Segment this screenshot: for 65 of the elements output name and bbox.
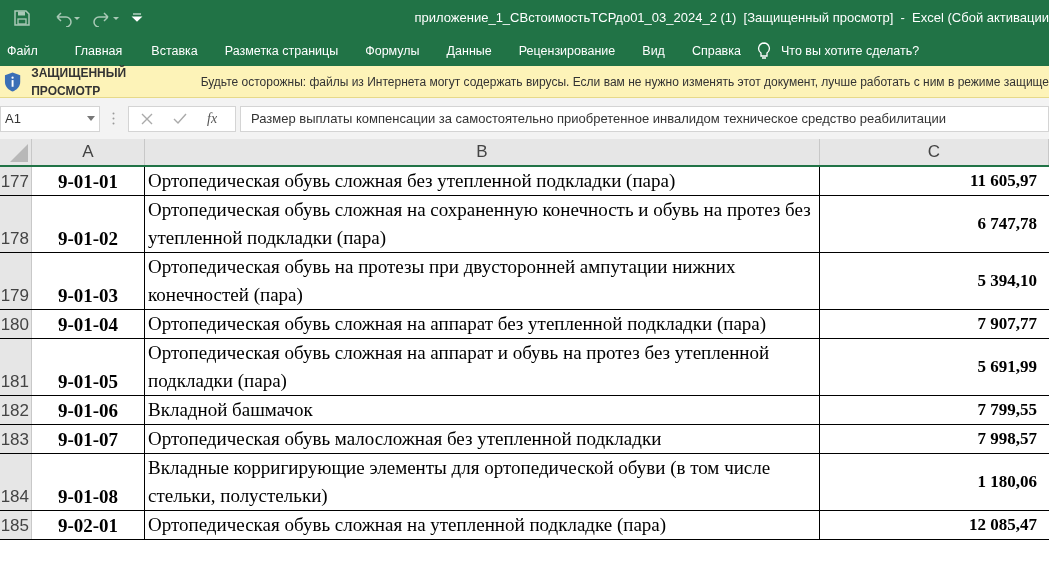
table-cell: Ортопедическая обувь сложная на сохраненную конечность и обувь на протез без утепленной подкладки (пара) (145, 196, 820, 252)
customize-toolbar-icon[interactable] (131, 12, 143, 24)
row-header[interactable]: 183 (0, 425, 32, 453)
table-cell-text: 5 691,99 (976, 356, 1038, 379)
table-cell: 9-01-02 (32, 196, 145, 252)
table-cell: Ортопедическая обувь сложная на аппарат без утепленной подкладки (пара) (145, 310, 820, 338)
save-icon[interactable] (13, 9, 31, 27)
redo-icon[interactable] (93, 9, 121, 27)
row-header[interactable]: 178 (0, 196, 32, 252)
ribbon-tab[interactable]: Справка (691, 41, 741, 61)
protected-view-message: Будьте осторожны: файлы из Интернета могут содержать вирусы. Если вам не нужно изменять этот документ, лучше работать с ним в режиме защище (200, 73, 1049, 91)
row-header[interactable]: 180 (0, 310, 32, 338)
table-cell: Ортопедическая обувь на протезы при двусторонней ампутации нижних конечностей (пара) (145, 253, 820, 309)
table-cell: Ортопедическая обувь малосложная без утепленной подкладки (145, 425, 820, 453)
ribbon-tab[interactable]: Разметка страницы (224, 41, 339, 61)
window-title: приложение_1_СВстоимостьТСРдо01_03_2024_2 (1) [Защищенный просмотр] - Excel (Сбой активации (414, 9, 1049, 28)
table-cell: 9-01-05 (32, 339, 145, 395)
table-cell: 9-01-07 (32, 425, 145, 453)
ribbon-tab[interactable]: Формулы (365, 41, 420, 61)
row-header[interactable]: 179 (0, 253, 32, 309)
table-cell-text: 1 180,06 (976, 471, 1038, 494)
table-cell: Ортопедическая обувь сложная на аппарат и обувь на протез без утепленной подкладки (пара) (145, 339, 820, 395)
ribbon-tab[interactable]: Вставка (151, 41, 198, 61)
ribbon-tab[interactable]: Файл (7, 41, 38, 61)
name-box[interactable]: A1 (0, 105, 100, 132)
table-cell: 9-01-01 (32, 167, 145, 195)
table-cell: Вкладной башмачок (145, 396, 820, 424)
row-header[interactable]: 184 (0, 454, 32, 510)
protected-view-label: ЗАЩИЩЕННЫЙ ПРОСМОТР (31, 64, 128, 100)
table-cell: 9-02-01 (32, 511, 145, 539)
check-icon[interactable] (173, 112, 187, 125)
column-header[interactable]: A (32, 139, 145, 165)
table-cell: 9-01-04 (32, 310, 145, 338)
table-cell-text: 12 085,47 (968, 514, 1038, 537)
table-cell: 9-01-03 (32, 253, 145, 309)
formula-field[interactable]: Размер выплаты компенсации за самостоятельно приобретенное инвалидом техническое средство реабилитации (240, 105, 1049, 132)
column-header[interactable]: B (145, 139, 820, 165)
table-cell: Ортопедическая обувь сложная без утепленной подкладки (пара) (145, 167, 820, 195)
table-cell-text: 6 747,78 (976, 213, 1038, 236)
table-cell-text: 7 799,55 (976, 399, 1038, 422)
table-cell: Ортопедическая обувь сложная на утепленной подкладке (пара) (145, 511, 820, 539)
ribbon-tab[interactable]: Рецензирование (518, 41, 616, 61)
shield-icon (4, 70, 22, 93)
ribbon-tab[interactable]: Вид (642, 41, 665, 61)
tell-me-field[interactable]: Что вы хотите сделать? (780, 41, 920, 61)
table-cell-text: 7 998,57 (976, 428, 1038, 451)
row-header[interactable]: 182 (0, 396, 32, 424)
table-cell-text: 11 605,97 (968, 170, 1038, 193)
table-cell-text: 7 907,77 (976, 313, 1038, 336)
drag-handle-icon[interactable] (112, 112, 115, 125)
table-cell: 9-01-06 (32, 396, 145, 424)
cancel-icon[interactable] (141, 112, 153, 125)
row-header[interactable]: 185 (0, 511, 32, 539)
column-header[interactable]: C (820, 139, 1049, 165)
ribbon-tab[interactable]: Данные (446, 41, 492, 61)
dropdown-caret-icon[interactable] (87, 116, 95, 121)
table-cell: 9-01-08 (32, 454, 145, 510)
table-cell-text: 5 394,10 (976, 270, 1038, 293)
row-header[interactable]: 181 (0, 339, 32, 395)
lightbulb-icon[interactable] (756, 42, 771, 60)
insert-function-button[interactable]: fx (207, 108, 218, 129)
row-header[interactable]: 177 (0, 167, 32, 195)
table-cell: Вкладные корригирующие элементы для ортопедической обуви (в том числе стельки, полустельки) (145, 454, 820, 510)
ribbon-tab[interactable]: Главная (74, 41, 123, 61)
undo-icon[interactable] (53, 9, 81, 27)
